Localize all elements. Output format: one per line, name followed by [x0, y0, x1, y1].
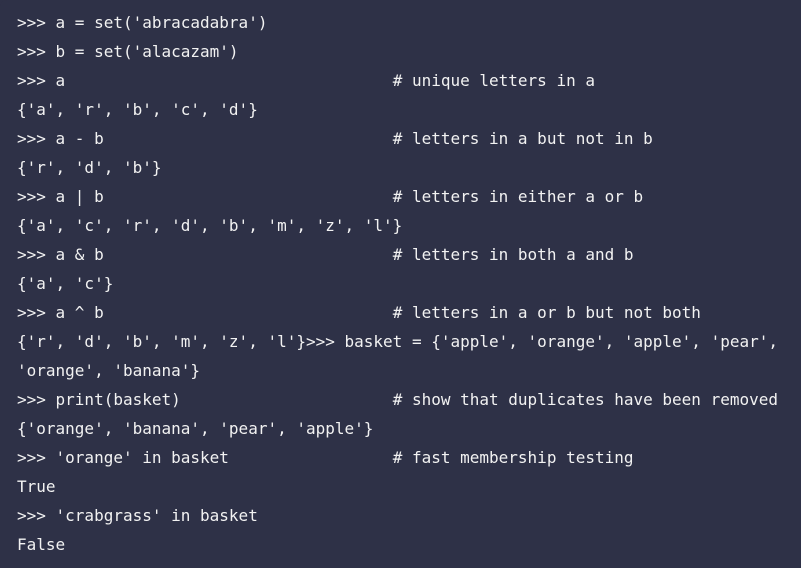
console-input-line: >>> a & b # letters in both a and b — [17, 240, 801, 269]
console-input-line: >>> b = set('alacazam') — [17, 37, 801, 66]
console-input-line: >>> a = set('abracadabra') — [17, 8, 801, 37]
console-input-line: >>> print(basket) # show that duplicates… — [17, 385, 801, 414]
console-command: >>> 'crabgrass' in basket — [17, 506, 258, 525]
console-output-line: {'r', 'd', 'b', 'm', 'z', 'l'}>>> basket… — [17, 327, 801, 356]
code-block: >>> a = set('abracadabra') >>> b = set('a… — [0, 0, 801, 568]
console-comment: # show that duplicates have been removed — [392, 390, 778, 409]
console-command: >>> 'orange' in basket — [17, 448, 229, 467]
console-input-line: >>> a # unique letters in a — [17, 66, 801, 95]
console-output-line: True — [17, 472, 801, 501]
console-result: {'a', 'r', 'b', 'c', 'd'} — [17, 100, 258, 119]
console-result: {'r', 'd', 'b', 'm', 'z', 'l'}>>> basket… — [17, 332, 778, 351]
console-output-line: {'r', 'd', 'b'} — [17, 153, 801, 182]
console-result: {'orange', 'banana', 'pear', 'apple'} — [17, 419, 374, 438]
console-comment: # letters in a or b but not both — [392, 303, 701, 322]
console-comment: # letters in a but not in b — [392, 129, 653, 148]
console-result: 'orange', 'banana'} — [17, 361, 201, 380]
console-command: >>> a & b — [17, 245, 104, 264]
console-output-line: {'a', 'c', 'r', 'd', 'b', 'm', 'z', 'l'} — [17, 211, 801, 240]
console-comment: # fast membership testing — [392, 448, 634, 467]
console-command: >>> print(basket) — [17, 390, 181, 409]
console-result: True — [17, 477, 56, 496]
console-input-line: >>> 'crabgrass' in basket — [17, 501, 801, 530]
console-command: >>> a — [17, 71, 66, 90]
console-command: >>> a = set('abracadabra') — [17, 13, 268, 32]
console-comment: # letters in both a and b — [392, 245, 634, 264]
console-input-line: >>> a | b # letters in either a or b — [17, 182, 801, 211]
console-input-line: >>> a - b # letters in a but not in b — [17, 124, 801, 153]
console-output-line: 'orange', 'banana'} — [17, 356, 801, 385]
console-result: {'a', 'c'} — [17, 274, 114, 293]
console-command: >>> a ^ b — [17, 303, 104, 322]
console-result: {'a', 'c', 'r', 'd', 'b', 'm', 'z', 'l'} — [17, 216, 403, 235]
console-result: False — [17, 535, 66, 554]
console-input-line: >>> a ^ b # letters in a or b but not bo… — [17, 298, 801, 327]
console-command: >>> a - b — [17, 129, 104, 148]
console-output-line: {'a', 'c'} — [17, 269, 801, 298]
console-comment: # letters in either a or b — [392, 187, 644, 206]
console-command: >>> a | b — [17, 187, 104, 206]
console-output-line: False — [17, 530, 801, 559]
console-output[interactable]: >>> a = set('abracadabra') >>> b = set('a… — [0, 8, 801, 559]
console-output-line: {'orange', 'banana', 'pear', 'apple'} — [17, 414, 801, 443]
console-command: >>> b = set('alacazam') — [17, 42, 239, 61]
console-result: {'r', 'd', 'b'} — [17, 158, 162, 177]
console-comment: # unique letters in a — [392, 71, 595, 90]
console-output-line: {'a', 'r', 'b', 'c', 'd'} — [17, 95, 801, 124]
console-input-line: >>> 'orange' in basket # fast membership… — [17, 443, 801, 472]
